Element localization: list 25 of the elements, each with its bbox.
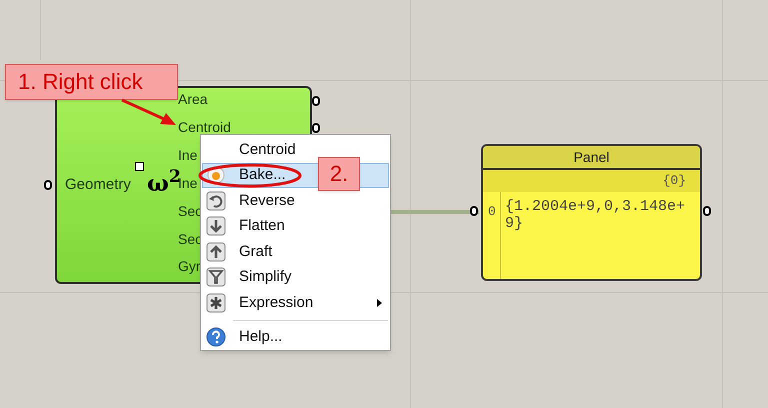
funnel-icon [206, 267, 226, 288]
menu-item[interactable]: Expression [202, 290, 389, 316]
branch-path-bar: {0} [483, 170, 700, 192]
output-label: Ine [178, 176, 198, 191]
output-label: Gyr [178, 259, 201, 274]
asterisk-icon [206, 292, 226, 313]
port-icon[interactable] [703, 206, 711, 216]
port-icon[interactable] [312, 96, 320, 106]
panel-title: Panel [483, 146, 700, 170]
annotation-label: 1. Right click [5, 64, 178, 100]
rotate-icon [206, 190, 226, 211]
annotation-arrow [121, 98, 176, 125]
output-label: Area [178, 92, 208, 107]
point-icon [135, 162, 144, 171]
port-icon[interactable] [312, 123, 320, 133]
input-label: Geometry [65, 176, 131, 194]
port-icon[interactable] [470, 206, 478, 216]
help-icon [206, 327, 226, 348]
port-icon[interactable] [44, 180, 52, 190]
row-index: 0 [487, 203, 497, 221]
output-label: Centroid [178, 120, 231, 135]
panel-value: {1.2004e+9,0,3.148e+9} [504, 197, 686, 232]
annotation-label: 2. [318, 157, 360, 191]
output-label: Ine [178, 148, 198, 163]
menu-item[interactable]: Help... [202, 324, 389, 350]
